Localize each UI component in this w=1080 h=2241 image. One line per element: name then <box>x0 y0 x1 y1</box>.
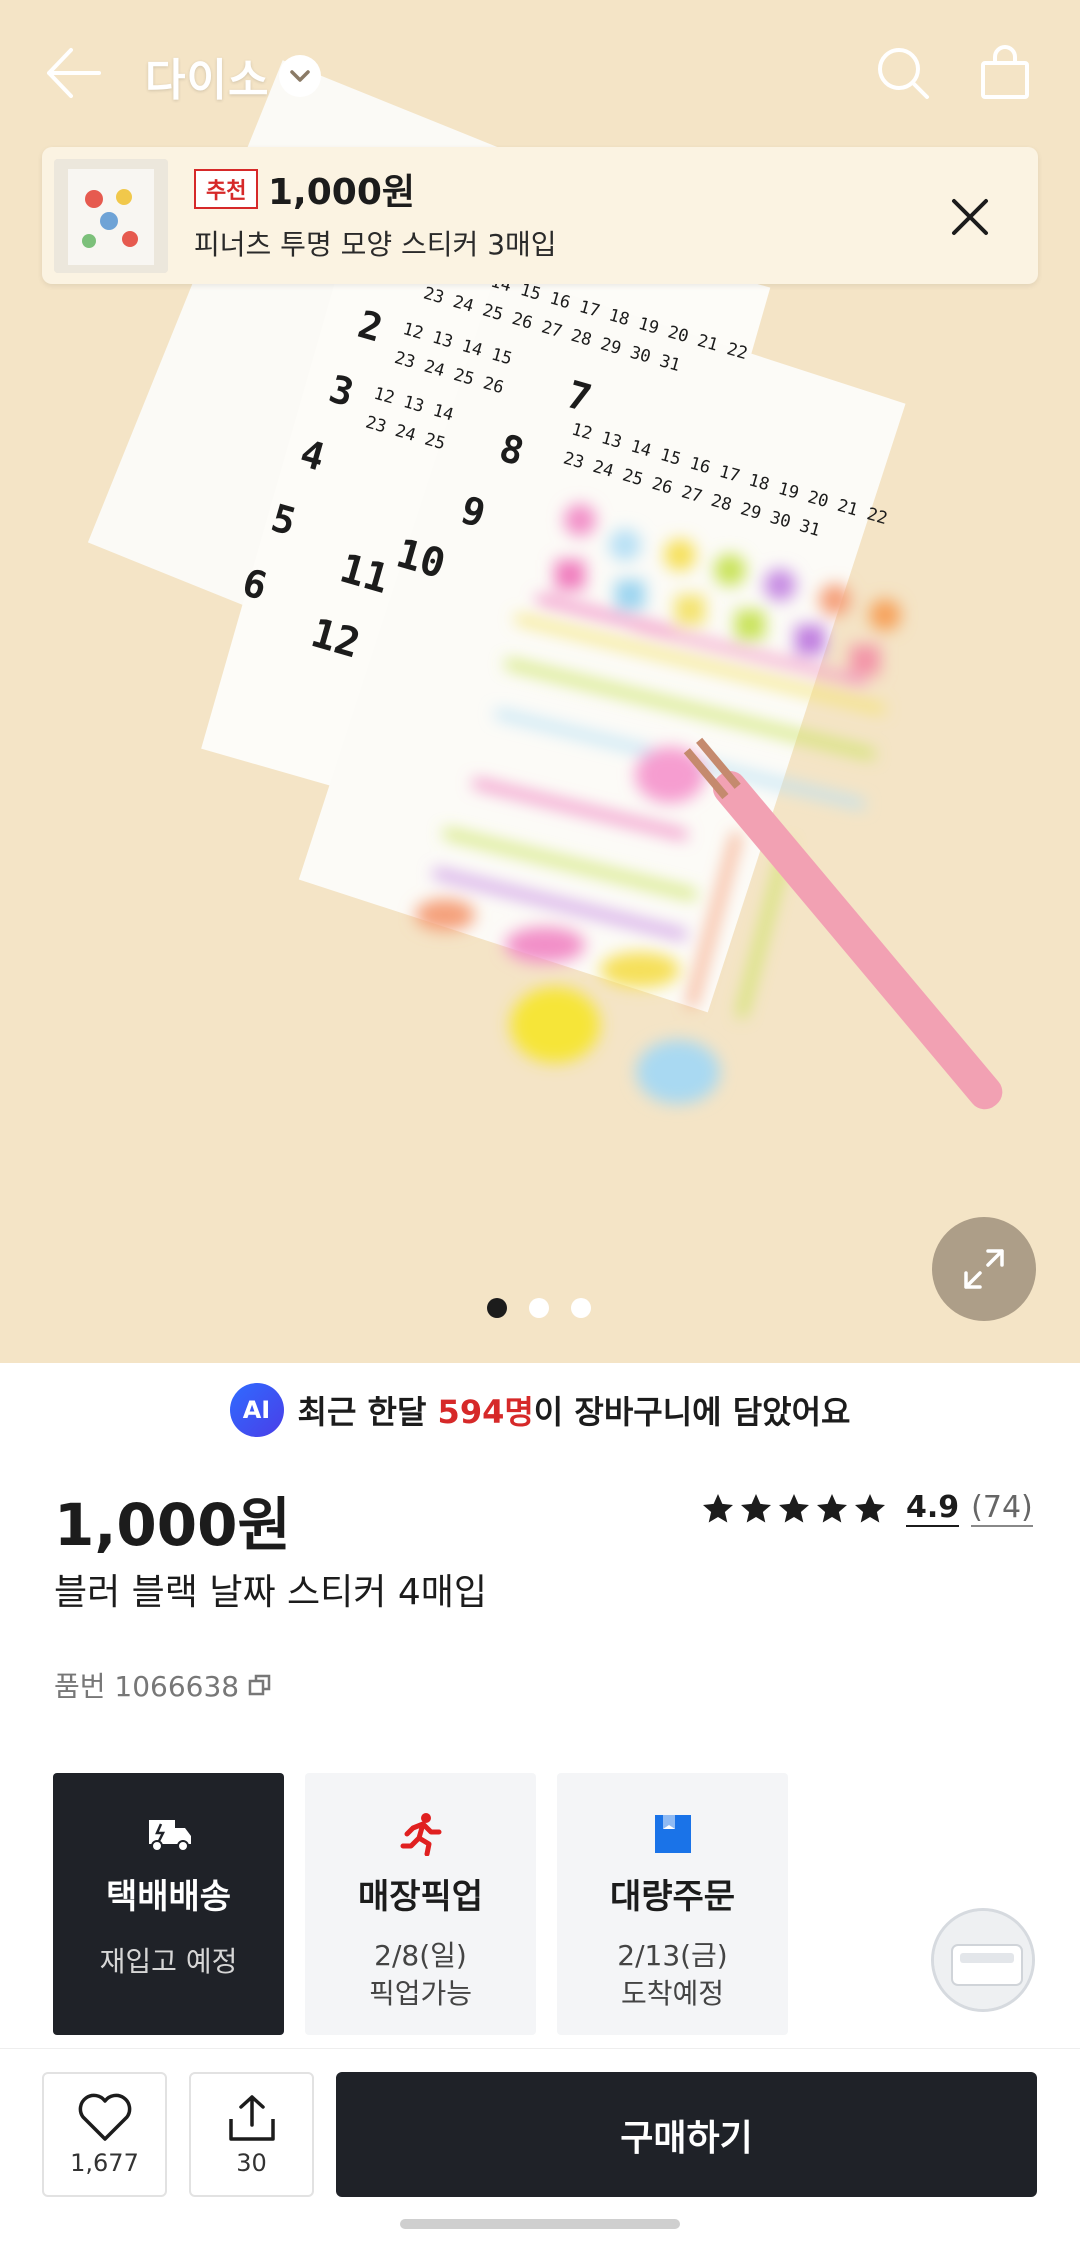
sku-text: 품번 1066638 <box>54 1670 240 1703</box>
bulk-order-icon <box>648 1811 698 1857</box>
brand-selector[interactable]: 다이소 <box>145 44 322 108</box>
delivery-options: 택배배송 재입고 예정 매장픽업 2/8(일) 픽업가능 대량주문 2/13(금… <box>53 1773 788 2035</box>
close-icon <box>952 199 988 235</box>
star-icon <box>817 1493 847 1522</box>
product-sku[interactable]: 품번 1066638 <box>54 1665 273 1705</box>
delivery-option-date: 2/8(일) <box>374 1939 467 1972</box>
brand-name: 다이소 <box>145 55 270 106</box>
wishlist-count: 1,677 <box>70 2148 139 2177</box>
pagination-dot[interactable] <box>529 1298 549 1318</box>
delivery-option-status: 재입고 예정 <box>99 1945 238 1978</box>
share-count: 30 <box>236 2148 267 2177</box>
home-indicator <box>400 2219 680 2229</box>
wishlist-button[interactable]: 1,677 <box>42 2072 167 2197</box>
review-count[interactable]: (74) <box>971 1490 1033 1527</box>
rating-value[interactable]: 4.9 <box>906 1490 960 1527</box>
delivery-option-status: 도착예정 <box>620 1977 725 2010</box>
share-button[interactable]: 30 <box>189 2072 314 2197</box>
bottom-action-bar: 1,677 30 구매하기 <box>0 2048 1080 2241</box>
buy-button[interactable]: 구매하기 <box>336 2072 1037 2197</box>
ai-cart-banner: AI 최근 한달 594명이 장바구니에 담았어요 <box>0 1380 1080 1440</box>
chevron-down-icon <box>279 55 322 97</box>
delivery-option-bulk[interactable]: 대량주문 2/13(금) 도착예정 <box>557 1773 788 2035</box>
ai-banner-suffix: 이 장바구니에 담았어요 <box>533 1393 851 1431</box>
ai-badge: AI <box>229 1383 284 1437</box>
expand-icon <box>964 1249 1004 1289</box>
app-header: 다이소 <box>0 0 1080 150</box>
delivery-option-date: 2/13(금) <box>617 1939 728 1972</box>
running-person-icon <box>396 1811 446 1857</box>
product-rating[interactable]: 4.9 (74) <box>700 1490 1033 1527</box>
ai-banner-prefix: 최근 한달 <box>297 1393 438 1431</box>
star-icon <box>703 1493 733 1522</box>
recommendation-thumbnail <box>54 159 168 273</box>
floating-product-thumbnail[interactable] <box>931 1908 1035 2012</box>
search-button[interactable] <box>870 40 936 106</box>
product-image-gallery[interactable]: 1 2 3 4 5 6 11 12 10 9 8 7 12 13 14 15 1… <box>0 0 1080 1363</box>
truck-icon <box>144 1811 194 1857</box>
pagination-dot[interactable] <box>487 1298 507 1318</box>
delivery-option-pickup[interactable]: 매장픽업 2/8(일) 픽업가능 <box>305 1773 536 2035</box>
recommendation-name: 피너츠 투명 모양 스티커 3매입 <box>194 228 557 261</box>
cart-button[interactable] <box>972 40 1038 106</box>
share-icon <box>228 2094 275 2141</box>
recommendation-badge: 추천 <box>194 169 259 209</box>
product-price: 1,000원 <box>54 1491 291 1559</box>
back-button[interactable] <box>40 40 106 106</box>
copy-icon[interactable] <box>247 1672 273 1698</box>
ai-banner-text: 최근 한달 594명이 장바구니에 담았어요 <box>298 1387 851 1433</box>
delivery-option-title: 대량주문 <box>609 1877 736 1917</box>
search-icon <box>878 48 929 99</box>
delivery-option-title: 매장픽업 <box>357 1877 484 1917</box>
ai-banner-count: 594명 <box>437 1393 534 1431</box>
arrow-left-icon <box>47 48 101 98</box>
pagination-dot[interactable] <box>571 1298 591 1318</box>
shopping-bag-icon <box>981 45 1029 99</box>
product-title: 블러 블랙 날짜 스티커 4매입 <box>54 1572 487 1613</box>
rating-stars <box>700 1491 888 1527</box>
star-icon <box>741 1493 771 1522</box>
delivery-option-status: 픽업가능 <box>368 1977 473 2010</box>
delivery-option-parcel[interactable]: 택배배송 재입고 예정 <box>53 1773 284 2035</box>
recommendation-price: 1,000원 <box>268 172 415 213</box>
close-recommendation-button[interactable] <box>940 187 1000 247</box>
star-icon <box>855 1493 885 1522</box>
expand-image-button[interactable] <box>932 1217 1036 1321</box>
star-icon <box>779 1493 809 1522</box>
delivery-option-title: 택배배송 <box>105 1877 232 1917</box>
recommendation-banner[interactable]: 추천 1,000원 피너츠 투명 모양 스티커 3매입 <box>42 147 1038 284</box>
heart-icon <box>78 2093 131 2141</box>
